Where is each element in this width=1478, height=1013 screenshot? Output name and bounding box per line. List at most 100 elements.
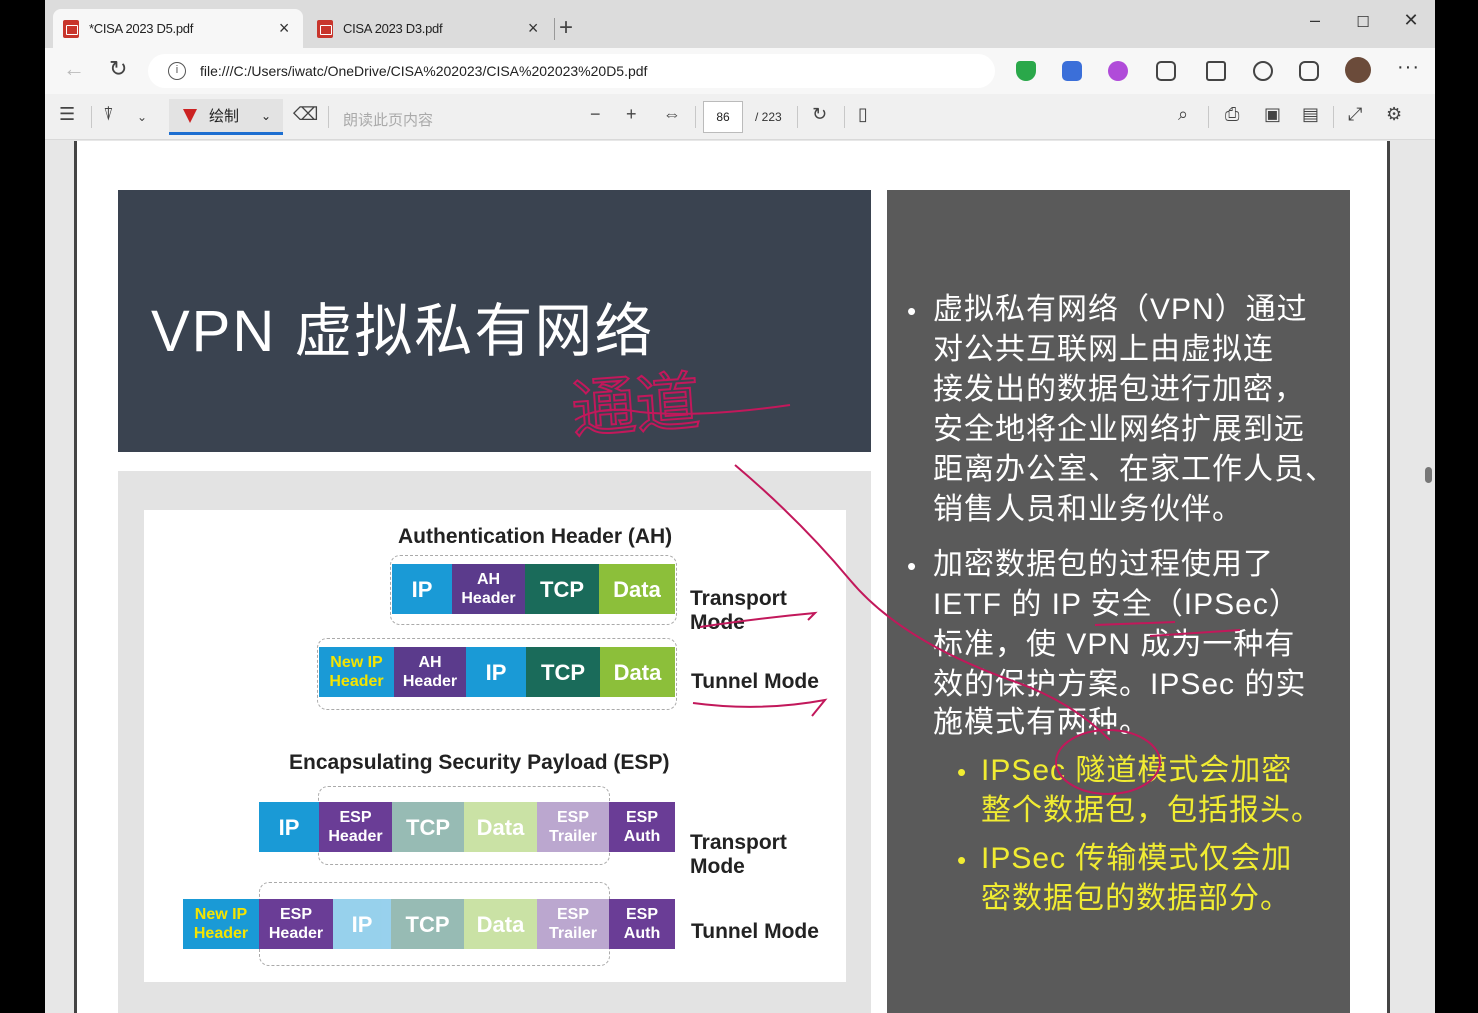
extensions-puzzle-icon[interactable] (1156, 61, 1176, 81)
bullet2-line: 效的保护方案。IPSec 的实 (933, 668, 1307, 701)
seg-ah-header: AH Header (452, 564, 525, 614)
bullet1-line: 接发出的数据包进行加密， (933, 373, 1305, 406)
bullet1-line: 销售人员和业务伙伴。 (933, 493, 1243, 526)
seg-esp-trailer: ESP Trailer (537, 899, 609, 949)
seg-esp-auth: ESP Auth (609, 899, 675, 949)
tab-cisa-d3[interactable]: CISA 2023 D3.pdf × (307, 9, 552, 48)
read-aloud-button[interactable]: 朗读此页内容 (343, 109, 433, 130)
bullet1-line: 安全地将企业网络扩展到远 (933, 413, 1305, 446)
draw-label: 绘制 (209, 108, 240, 125)
seg-esp-header: ESP Header (319, 802, 392, 852)
toolbar-divider (91, 106, 92, 128)
print-icon[interactable]: ⎙ (1225, 104, 1239, 125)
collections-icon[interactable] (1299, 61, 1319, 81)
refresh-icon[interactable]: ↻ (109, 56, 127, 82)
bullet2-line: 施模式有两种。 (933, 706, 1150, 739)
seg-ip: IP (259, 802, 319, 852)
profile-avatar[interactable] (1345, 57, 1371, 83)
close-tab-icon[interactable]: × (275, 18, 293, 39)
pdf-toolbar: ☰ ⍒ ⌄ 绘制 ⌄ ⌫ 朗读此页内容 − + ⇔ 86 / 223 ↻ ▯ ⌕… (45, 94, 1435, 140)
pdf-viewer-area[interactable]: VPN 虚拟私有网络 Authentication Header (AH) IP… (45, 141, 1435, 1013)
translate-extension-icon[interactable] (1062, 61, 1082, 81)
minimize-button[interactable]: – (1300, 10, 1330, 31)
vertical-scrollbar[interactable] (1421, 94, 1435, 1013)
save-as-icon[interactable]: ▤ (1302, 104, 1319, 125)
url-field[interactable]: i file:///C:/Users/iwatc/OneDrive/CISA%2… (148, 54, 995, 88)
chevron-down-icon: ⌄ (261, 108, 272, 123)
scroll-thumb[interactable] (1425, 467, 1432, 483)
sub2-line: IPSec 传输模式仅会加 (981, 842, 1293, 875)
back-arrow-icon[interactable]: ← (63, 56, 85, 82)
draw-button[interactable]: 绘制 ⌄ (169, 99, 283, 135)
page-total: / 223 (755, 110, 782, 124)
esp-transport-label: Transport Mode (690, 831, 787, 878)
maximize-button[interactable]: ☐ (1348, 13, 1378, 31)
chevron-down-icon[interactable]: ⌄ (137, 110, 147, 124)
bullet-dot: • (907, 551, 917, 581)
sub-bullet-dot: • (957, 845, 967, 875)
sub-bullet-dot: • (957, 757, 967, 787)
shield-extension-icon[interactable] (1016, 61, 1036, 81)
tab-title: CISA 2023 D3.pdf (343, 21, 443, 36)
esp-title: Encapsulating Security Payload (ESP) (289, 751, 670, 774)
bullet2-line: IETF 的 IP 安全（IPSec） (933, 588, 1300, 621)
search-icon[interactable]: ⌕ (1178, 104, 1188, 125)
seg-new-ip-header: New IP Header (319, 647, 394, 697)
page-number-input[interactable]: 86 (703, 101, 743, 133)
seg-tcp: TCP (392, 802, 464, 852)
slide-text-panel: • 虚拟私有网络（VPN）通过 对公共互联网上由虚拟连 接发出的数据包进行加密，… (887, 190, 1350, 1013)
bullet1-line: 虚拟私有网络（VPN）通过 (933, 293, 1308, 326)
close-tab-icon[interactable]: × (524, 18, 542, 39)
pdf-file-icon (63, 19, 79, 38)
tab-cisa-d5[interactable]: *CISA 2023 D5.pdf × (53, 9, 303, 48)
ah-tunnel-label: Tunnel Mode (691, 670, 819, 693)
fit-width-icon[interactable]: ⇔ (663, 104, 681, 125)
toolbar-divider (1208, 106, 1209, 128)
pdf-file-icon (317, 19, 333, 38)
settings-gear-icon[interactable]: ⚙ (1386, 104, 1402, 125)
eraser-icon[interactable]: ⌫ (293, 104, 318, 125)
toolbar-divider (844, 106, 845, 128)
bullet2-line: 加密数据包的过程使用了 (933, 548, 1274, 581)
rotate-icon[interactable]: ↻ (812, 104, 827, 125)
highlight-icon[interactable]: ⍒ (103, 104, 114, 125)
zoom-in-button[interactable]: + (626, 104, 637, 125)
purple-extension-icon[interactable] (1108, 61, 1128, 81)
sub1-line: IPSec 隧道模式会加密 (981, 754, 1293, 787)
seg-ip: IP (392, 564, 452, 614)
close-window-button[interactable]: ✕ (1396, 10, 1426, 31)
toolbar-divider (695, 106, 696, 128)
seg-data: Data (464, 899, 537, 949)
toolbar-divider (797, 106, 798, 128)
bullet-dot: • (907, 296, 917, 326)
ipsec-diagram: Authentication Header (AH) IP AH Header … (144, 510, 846, 982)
fullscreen-icon[interactable]: ⤢ (1348, 104, 1362, 125)
seg-tcp: TCP (391, 899, 464, 949)
draw-pen-icon (183, 108, 197, 123)
sub2-line: 密数据包的数据部分。 (981, 882, 1291, 915)
health-heart-icon[interactable] (1253, 61, 1273, 81)
new-tab-button[interactable]: + (559, 14, 573, 42)
tab-separator (554, 18, 555, 40)
url-text: file:///C:/Users/iwatc/OneDrive/CISA%202… (200, 63, 648, 79)
contents-list-icon[interactable]: ☰ (59, 104, 75, 125)
page-view-icon[interactable]: ▯ (858, 104, 868, 125)
toolbar-divider (328, 106, 329, 128)
tab-title: *CISA 2023 D5.pdf (89, 21, 194, 36)
seg-ip: IP (466, 647, 526, 697)
more-menu-icon[interactable]: ··· (1397, 56, 1420, 79)
favorites-star-icon[interactable] (1206, 61, 1226, 81)
seg-new-ip-header: New IP Header (183, 899, 259, 949)
seg-ip: IP (333, 899, 391, 949)
ah-title: Authentication Header (AH) (398, 525, 673, 548)
toolbar-divider (1333, 106, 1334, 128)
slide-title: VPN 虚拟私有网络 (151, 299, 655, 364)
bullet1-line: 距离办公室、在家工作人员、 (933, 453, 1336, 486)
zoom-out-button[interactable]: − (590, 104, 601, 125)
seg-data: Data (464, 802, 537, 852)
seg-esp-header: ESP Header (259, 899, 333, 949)
bullet1-line: 对公共互联网上由虚拟连 (933, 333, 1274, 366)
esp-tunnel-label: Tunnel Mode (691, 920, 819, 943)
info-icon[interactable]: i (168, 62, 186, 80)
save-icon[interactable]: ▣ (1264, 104, 1281, 125)
